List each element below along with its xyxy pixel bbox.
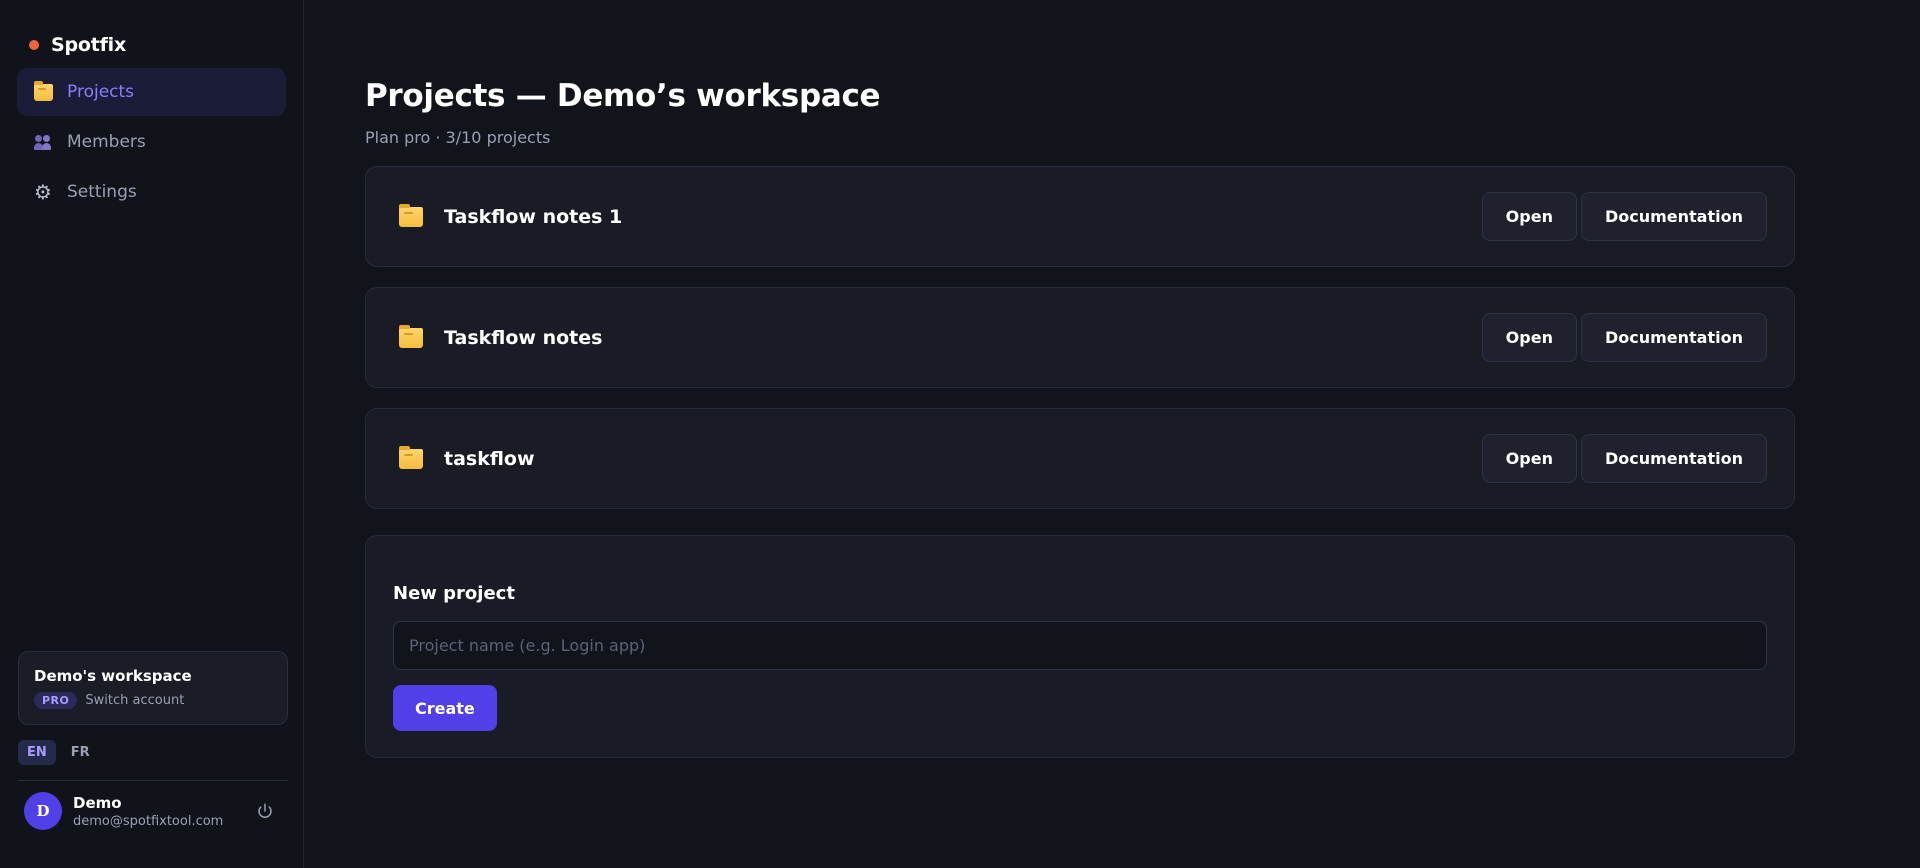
open-project-button[interactable]: Open — [1481, 434, 1577, 483]
sidebar-item-members[interactable]: Members — [17, 118, 286, 166]
new-project-panel: New project Create — [365, 535, 1795, 758]
main-content: Projects — Demo’s workspace Plan pro · 3… — [304, 0, 1920, 868]
folder-icon — [398, 445, 424, 471]
page-subtitle: Plan pro · 3/10 projects — [365, 128, 551, 147]
new-project-title: New project — [393, 583, 515, 604]
members-icon — [33, 132, 53, 152]
project-card: Taskflow notes Open Documentation — [365, 287, 1795, 388]
folder-icon — [398, 324, 424, 350]
brand[interactable]: Spotfix — [17, 22, 286, 68]
brand-name: Spotfix — [51, 34, 127, 56]
user-profile: D Demo demo@spotfixtool.com — [24, 792, 276, 830]
workspace-name: Demo's workspace — [34, 667, 192, 685]
gear-icon: ⚙ — [34, 180, 52, 204]
documentation-button[interactable]: Documentation — [1580, 313, 1767, 362]
user-info: Demo demo@spotfixtool.com — [73, 794, 243, 829]
sidebar: Spotfix Projects Members ⚙ Settings Demo… — [0, 0, 304, 868]
project-name-input[interactable] — [393, 621, 1767, 670]
open-project-button[interactable]: Open — [1481, 192, 1577, 241]
lang-fr-button[interactable]: FR — [62, 740, 99, 765]
folder-icon — [398, 203, 424, 229]
documentation-button[interactable]: Documentation — [1580, 192, 1767, 241]
project-name: Taskflow notes 1 — [444, 205, 623, 228]
page-title: Projects — Demo’s workspace — [365, 78, 881, 114]
sidebar-item-settings[interactable]: ⚙ Settings — [17, 168, 286, 216]
project-name: Taskflow notes — [444, 326, 603, 349]
sidebar-item-label: Projects — [67, 82, 135, 102]
language-switcher: EN FR — [18, 740, 99, 765]
folder-icon — [33, 80, 53, 102]
switch-account-link[interactable]: Switch account — [85, 693, 184, 708]
sidebar-nav: Projects Members ⚙ Settings — [17, 68, 286, 216]
app-root: Spotfix Projects Members ⚙ Settings Demo… — [0, 0, 1920, 868]
project-name: taskflow — [444, 447, 535, 470]
user-name: Demo — [73, 793, 122, 812]
brand-dot-icon — [29, 40, 39, 50]
sidebar-item-label: Members — [67, 132, 146, 152]
logout-button[interactable] — [254, 800, 276, 822]
documentation-button[interactable]: Documentation — [1580, 434, 1767, 483]
sidebar-item-label: Settings — [67, 182, 137, 202]
project-list: Taskflow notes 1 Open Documentation Task… — [365, 166, 1795, 509]
avatar: D — [24, 792, 62, 830]
create-project-button[interactable]: Create — [393, 685, 497, 731]
project-card: taskflow Open Documentation — [365, 408, 1795, 509]
power-icon — [258, 803, 272, 818]
plan-badge: PRO — [34, 692, 78, 709]
lang-en-button[interactable]: EN — [18, 740, 56, 765]
user-email: demo@spotfixtool.com — [73, 813, 224, 829]
open-project-button[interactable]: Open — [1481, 313, 1577, 362]
sidebar-item-projects[interactable]: Projects — [17, 68, 286, 116]
workspace-switcher[interactable]: Demo's workspace PRO Switch account — [18, 651, 288, 725]
workspace-meta: PRO Switch account — [34, 692, 272, 709]
divider — [18, 780, 288, 781]
project-card: Taskflow notes 1 Open Documentation — [365, 166, 1795, 267]
